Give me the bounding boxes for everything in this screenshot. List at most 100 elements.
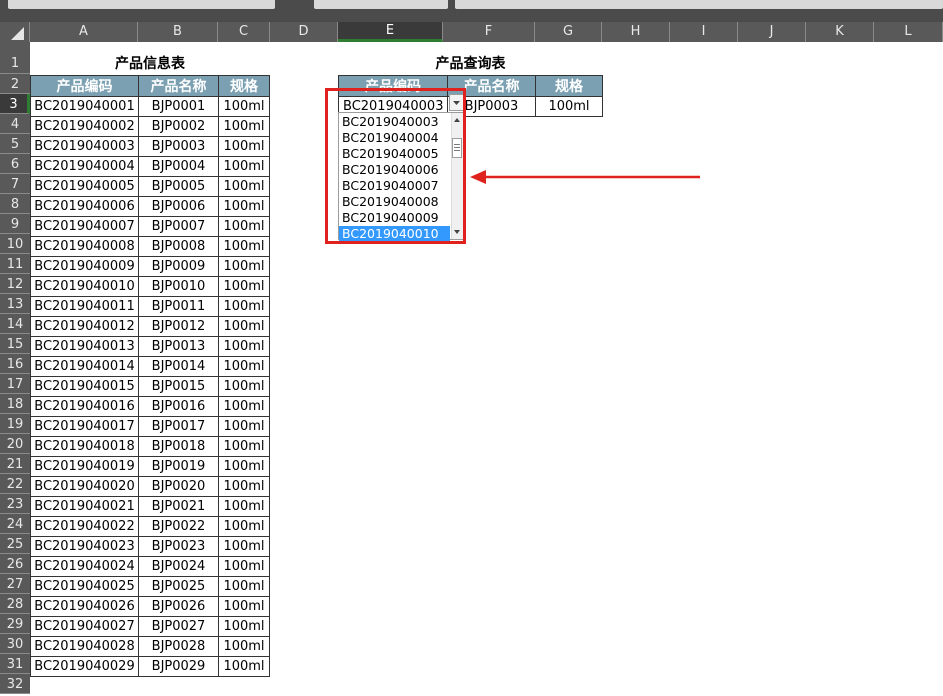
spec-cell[interactable]: 100ml [218,256,270,277]
product-name-cell[interactable]: BJP0002 [138,116,219,137]
product-code-cell[interactable]: BC2019040004 [30,156,139,177]
spec-cell[interactable]: 100ml [218,516,270,537]
row-header-4[interactable]: 4 [0,114,30,134]
product-code-cell[interactable]: BC2019040008 [30,236,139,257]
product-code-cell[interactable]: BC2019040005 [30,176,139,197]
product-name-cell[interactable]: BJP0022 [138,516,219,537]
spec-cell[interactable]: 100ml [218,296,270,317]
product-code-cell[interactable]: BC2019040025 [30,576,139,597]
column-header-g[interactable]: G [535,22,602,42]
spec-cell[interactable]: 100ml [218,116,270,137]
spec-cell[interactable]: 100ml [218,176,270,197]
spec-cell[interactable]: 100ml [218,416,270,437]
row-header-32[interactable]: 32 [0,674,30,694]
product-code-cell[interactable]: BC2019040020 [30,476,139,497]
row-header-22[interactable]: 22 [0,474,30,494]
product-code-cell[interactable]: BC2019040011 [30,296,139,317]
column-header-e[interactable]: E [338,22,443,42]
product-code-cell[interactable]: BC2019040009 [30,256,139,277]
spec-cell[interactable]: 100ml [218,436,270,457]
spec-cell[interactable]: 100ml [218,96,270,117]
spec-cell[interactable]: 100ml [218,276,270,297]
row-header-2[interactable]: 2 [0,74,30,94]
row-header-7[interactable]: 7 [0,174,30,194]
column-header-l[interactable]: L [874,22,943,42]
product-name-cell[interactable]: BJP0008 [138,236,219,257]
product-name-cell[interactable]: BJP0026 [138,596,219,617]
product-name-cell[interactable]: BJP0016 [138,396,219,417]
column-header-h[interactable]: H [602,22,670,42]
product-code-cell[interactable]: BC2019040015 [30,376,139,397]
product-code-cell[interactable]: BC2019040006 [30,196,139,217]
product-name-cell[interactable]: BJP0005 [138,176,219,197]
column-header-k[interactable]: K [806,22,874,42]
row-header-20[interactable]: 20 [0,434,30,454]
row-header-1[interactable]: 1 [0,42,30,74]
product-name-cell[interactable]: BJP0010 [138,276,219,297]
row-header-18[interactable]: 18 [0,394,30,414]
product-name-cell[interactable]: BJP0006 [138,196,219,217]
product-name-cell[interactable]: BJP0003 [138,136,219,157]
product-code-cell[interactable]: BC2019040022 [30,516,139,537]
spec-cell[interactable]: 100ml [218,336,270,357]
header-product-name[interactable]: 产品名称 [138,75,219,97]
row-header-29[interactable]: 29 [0,614,30,634]
spec-cell[interactable]: 100ml [218,396,270,417]
product-code-cell[interactable]: BC2019040010 [30,276,139,297]
product-name-cell[interactable]: BJP0019 [138,456,219,477]
query-header-spec[interactable]: 规格 [535,75,603,97]
product-name-cell[interactable]: BJP0023 [138,536,219,557]
product-name-cell[interactable]: BJP0024 [138,556,219,577]
row-header-17[interactable]: 17 [0,374,30,394]
row-header-8[interactable]: 8 [0,194,30,214]
product-name-cell[interactable]: BJP0004 [138,156,219,177]
product-code-cell[interactable]: BC2019040016 [30,396,139,417]
column-header-c[interactable]: C [218,22,270,42]
product-name-cell[interactable]: BJP0018 [138,436,219,457]
spec-cell[interactable]: 100ml [218,456,270,477]
spec-cell[interactable]: 100ml [218,196,270,217]
product-name-cell[interactable]: BJP0027 [138,616,219,637]
column-header-b[interactable]: B [138,22,218,42]
spec-cell[interactable]: 100ml [218,136,270,157]
product-name-cell[interactable]: BJP0029 [138,656,219,677]
product-name-cell[interactable]: BJP0011 [138,296,219,317]
spec-cell[interactable]: 100ml [218,356,270,377]
spec-cell[interactable]: 100ml [218,636,270,657]
product-code-cell[interactable]: BC2019040013 [30,336,139,357]
spec-cell[interactable]: 100ml [218,616,270,637]
product-name-cell[interactable]: BJP0015 [138,376,219,397]
product-code-cell[interactable]: BC2019040017 [30,416,139,437]
column-header-j[interactable]: J [738,22,806,42]
name-box[interactable] [8,0,275,9]
product-code-cell[interactable]: BC2019040014 [30,356,139,377]
spec-cell[interactable]: 100ml [218,476,270,497]
row-header-27[interactable]: 27 [0,574,30,594]
row-header-10[interactable]: 10 [0,234,30,254]
product-name-cell[interactable]: BJP0017 [138,416,219,437]
spec-cell[interactable]: 100ml [218,316,270,337]
row-header-30[interactable]: 30 [0,634,30,654]
spec-cell[interactable]: 100ml [218,216,270,237]
row-header-31[interactable]: 31 [0,654,30,674]
product-code-cell[interactable]: BC2019040028 [30,636,139,657]
row-header-23[interactable]: 23 [0,494,30,514]
column-header-d[interactable]: D [270,22,338,42]
product-code-cell[interactable]: BC2019040024 [30,556,139,577]
formula-buttons[interactable] [314,0,448,9]
spec-cell[interactable]: 100ml [218,236,270,257]
row-header-26[interactable]: 26 [0,554,30,574]
spec-cell[interactable]: 100ml [218,376,270,397]
product-code-cell[interactable]: BC2019040003 [30,136,139,157]
row-header-9[interactable]: 9 [0,214,30,234]
query-spec-cell[interactable]: 100ml [535,96,603,117]
row-header-24[interactable]: 24 [0,514,30,534]
row-header-13[interactable]: 13 [0,294,30,314]
product-code-cell[interactable]: BC2019040018 [30,436,139,457]
product-name-cell[interactable]: BJP0014 [138,356,219,377]
column-header-a[interactable]: A [30,22,138,42]
header-spec[interactable]: 规格 [218,75,270,97]
spec-cell[interactable]: 100ml [218,156,270,177]
spec-cell[interactable]: 100ml [218,496,270,517]
product-name-cell[interactable]: BJP0025 [138,576,219,597]
